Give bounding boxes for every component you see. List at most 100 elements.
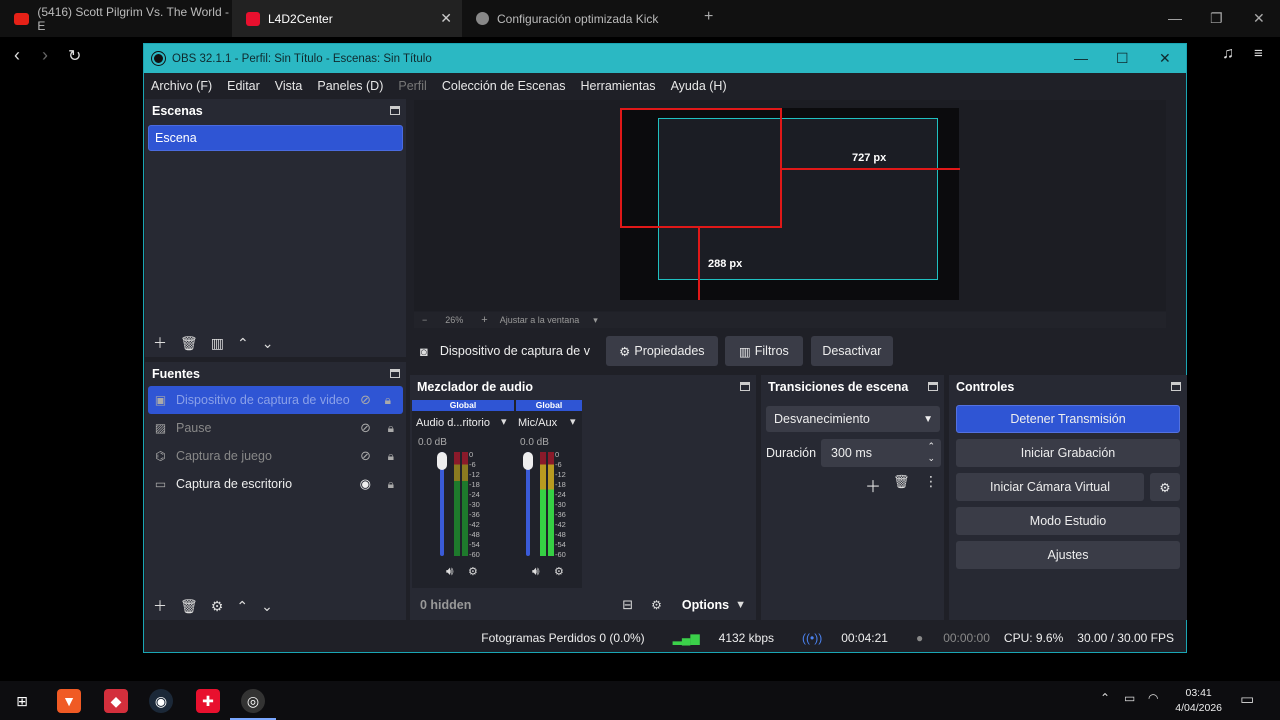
db-tick: -60 <box>469 550 480 559</box>
lock-icon[interactable]: 🔒︎ <box>388 421 394 436</box>
preview-area[interactable]: 727 px 288 px <box>414 100 1166 311</box>
hidden-eye-icon[interactable]: ⊘ <box>360 420 371 436</box>
chevron-down-icon[interactable]: ⌄ <box>262 335 274 352</box>
undock-icon[interactable] <box>390 106 400 115</box>
speaker-icon[interactable]: 🔊︎ <box>532 564 540 579</box>
maximize-icon[interactable]: ❐ <box>1210 10 1223 27</box>
close-tab-icon[interactable]: ✕ <box>440 10 452 27</box>
eye-icon[interactable]: ◉ <box>360 476 371 492</box>
minimize-icon[interactable]: — <box>1168 10 1182 26</box>
virtual-camera-settings-icon[interactable]: ⚙ <box>1150 473 1180 501</box>
add-icon[interactable]: ＋ <box>865 473 881 497</box>
volume-slider-knob[interactable] <box>523 452 533 470</box>
preview-canvas[interactable]: 727 px 288 px <box>620 108 960 300</box>
menu-editar[interactable]: Editar <box>227 79 260 93</box>
l4d2-icon[interactable]: ✚ <box>196 689 220 713</box>
obs-close-icon[interactable]: ✕ <box>1159 50 1171 67</box>
channel-dropdown-icon[interactable]: ▾ <box>501 415 507 428</box>
fit-window-button[interactable]: Ajustar a la ventana <box>500 315 580 325</box>
source-item-pause[interactable]: ▨ Pause ⊘ 🔒︎ <box>145 414 406 442</box>
settings-button[interactable]: Ajustes <box>956 541 1180 569</box>
layout-icon[interactable]: ⊟ <box>622 597 633 613</box>
mixer-settings-icon[interactable]: ⚙ <box>554 565 564 578</box>
zoom-dropdown-icon[interactable]: ▾ <box>593 315 598 326</box>
close-window-icon[interactable]: ✕ <box>1253 10 1265 27</box>
lock-icon[interactable]: 🔒︎ <box>388 477 394 492</box>
advanced-audio-icon[interactable]: ⚙ <box>651 598 662 612</box>
source-item-video-capture[interactable]: ▣ Dispositivo de captura de video ⊘ 🔒︎ <box>148 386 403 414</box>
selection-box[interactable] <box>620 108 782 228</box>
gear-icon[interactable]: ⚙ <box>211 598 224 615</box>
reload-icon[interactable]: ↻ <box>68 46 81 66</box>
menu-coleccion-escenas[interactable]: Colección de Escenas <box>442 79 566 93</box>
obs-maximize-icon[interactable]: ☐ <box>1116 50 1129 67</box>
more-icon[interactable]: ⋮ <box>924 473 938 490</box>
forward-icon[interactable]: › <box>42 45 48 66</box>
scene-item-escena[interactable]: Escena <box>148 125 403 151</box>
filters-button[interactable]: ▥ Filtros <box>724 336 803 366</box>
windows-start-icon[interactable]: ⊞ <box>10 689 34 713</box>
chevron-up-icon[interactable]: ⌃ <box>236 598 248 615</box>
browser-tab-youtube[interactable]: (5416) Scott Pilgrim Vs. The World - E <box>0 0 232 37</box>
undock-icon[interactable] <box>390 369 400 378</box>
stop-streaming-button[interactable]: Detener Transmisión <box>956 405 1180 433</box>
menu-perfil[interactable]: Perfil <box>398 79 426 93</box>
tray-chevron-icon[interactable]: ⌃ <box>1100 691 1110 705</box>
duration-input[interactable]: 300 ms ⌃ ⌄ <box>821 439 941 467</box>
volume-slider-knob[interactable] <box>437 452 447 470</box>
app-icon[interactable]: ◆ <box>104 689 128 713</box>
menu-paneles[interactable]: Paneles (D) <box>317 79 383 93</box>
wifi-icon[interactable]: ◠ <box>1148 691 1158 705</box>
menu-vista[interactable]: Vista <box>275 79 303 93</box>
trash-icon[interactable]: 🗑 <box>180 335 198 352</box>
zoom-in-icon[interactable]: + <box>481 314 487 326</box>
menu-herramientas[interactable]: Herramientas <box>581 79 656 93</box>
obs-taskbar-icon[interactable]: ◎ <box>241 689 265 713</box>
mixer-settings-icon[interactable]: ⚙ <box>468 565 478 578</box>
filter-icon[interactable]: ▥ <box>211 335 224 352</box>
start-recording-button[interactable]: Iniciar Grabación <box>956 439 1180 467</box>
speaker-icon[interactable]: 🔊︎ <box>446 564 454 579</box>
guide-line <box>780 168 960 170</box>
music-icon[interactable]: ♫ <box>1222 45 1234 63</box>
battery-icon[interactable]: ▭ <box>1124 691 1135 705</box>
source-item-desktop-capture[interactable]: ▭ Captura de escritorio ◉ 🔒︎ <box>145 470 406 498</box>
stepper-icon[interactable]: ⌃ ⌄ <box>927 440 935 464</box>
menu-archivo[interactable]: Archivo (F) <box>151 79 212 93</box>
properties-button[interactable]: ⚙ Propiedades <box>605 336 718 366</box>
hidden-eye-icon[interactable]: ⊘ <box>360 392 371 408</box>
start-virtual-camera-button[interactable]: Iniciar Cámara Virtual <box>956 473 1144 501</box>
obs-minimize-icon[interactable]: — <box>1074 50 1088 66</box>
notifications-icon[interactable]: ▭ <box>1240 690 1254 708</box>
trash-icon[interactable]: 🗑 <box>180 598 198 615</box>
transition-select[interactable]: Desvanecimiento ▼ <box>766 406 940 432</box>
source-item-game-capture[interactable]: ⌬ Captura de juego ⊘ 🔒︎ <box>145 442 406 470</box>
add-icon[interactable]: ＋ <box>153 333 167 353</box>
undock-icon[interactable] <box>928 382 938 391</box>
options-dropdown-icon[interactable]: ▼ <box>735 599 746 611</box>
brave-icon[interactable]: ▼ <box>57 689 81 713</box>
lock-icon[interactable]: 🔒︎ <box>388 449 394 464</box>
channel-dropdown-icon[interactable]: ▾ <box>570 415 576 428</box>
studio-mode-button[interactable]: Modo Estudio <box>956 507 1180 535</box>
add-icon[interactable]: ＋ <box>153 596 167 616</box>
record-time-status: ● 00:00:00 <box>902 631 990 645</box>
undock-icon[interactable] <box>1171 382 1181 391</box>
back-icon[interactable]: ‹ <box>14 45 20 66</box>
browser-tab-kick[interactable]: Configuración optimizada Kick <box>462 0 692 37</box>
browser-tab-l4d2center[interactable]: L4D2Center ✕ <box>232 0 462 37</box>
new-tab-icon[interactable]: + <box>704 8 713 26</box>
trash-icon[interactable]: 🗑 <box>893 474 910 490</box>
options-button[interactable]: Options <box>682 598 729 612</box>
chevron-up-icon[interactable]: ⌃ <box>237 335 249 352</box>
chevron-down-icon[interactable]: ⌄ <box>261 598 273 615</box>
menu-ayuda[interactable]: Ayuda (H) <box>671 79 727 93</box>
deactivate-button[interactable]: Desactivar <box>810 336 893 366</box>
lock-icon[interactable]: 🔒︎ <box>385 393 391 408</box>
clock[interactable]: 03:41 4/04/2026 <box>1175 686 1222 716</box>
menu-icon[interactable]: ≡ <box>1254 45 1263 62</box>
undock-icon[interactable] <box>740 382 750 391</box>
steam-icon[interactable]: ◉ <box>149 689 173 713</box>
zoom-out-icon[interactable]: − <box>422 315 427 325</box>
hidden-eye-icon[interactable]: ⊘ <box>360 448 371 464</box>
